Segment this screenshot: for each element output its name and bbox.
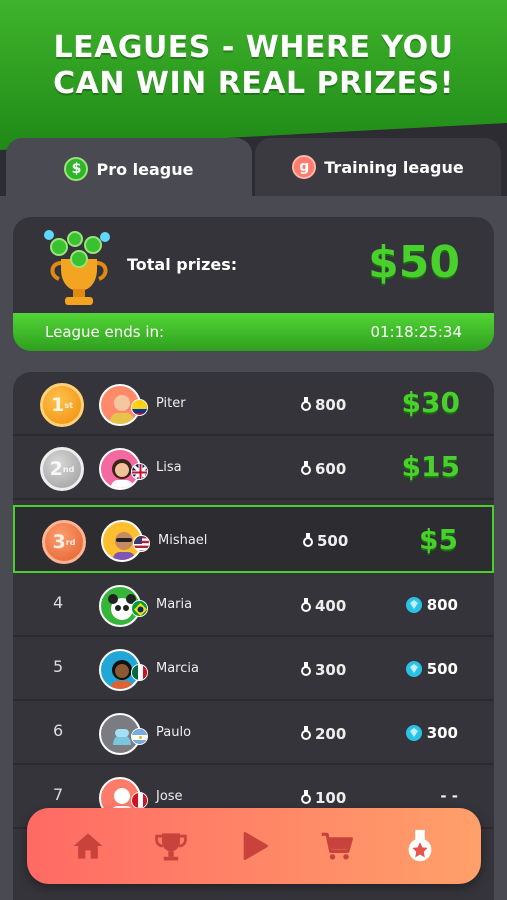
rank-number: 6 bbox=[53, 721, 64, 740]
headline-line2: CAN WIN REAL PRIZES! bbox=[53, 66, 454, 101]
player-score: 500 bbox=[303, 532, 348, 550]
player-name: Marcia bbox=[156, 661, 199, 676]
uk-flag-icon bbox=[131, 463, 148, 480]
total-prizes-amount: $50 bbox=[368, 237, 460, 288]
tab-pro-league-label: Pro league bbox=[96, 159, 194, 179]
score-medal-icon bbox=[301, 790, 311, 804]
peru-flag-icon bbox=[131, 792, 148, 809]
table-row-current-player[interactable]: 3rd Mishael 500 $5 bbox=[13, 505, 494, 573]
headline: LEAGUES - WHERE YOU CAN WIN REAL PRIZES! bbox=[0, 30, 507, 102]
nav-play-button[interactable] bbox=[230, 822, 278, 870]
argentina-flag-icon bbox=[131, 728, 148, 745]
score-medal-icon bbox=[301, 461, 311, 475]
table-row[interactable]: 4 Maria 400 800 bbox=[13, 573, 494, 637]
rank-number: 5 bbox=[53, 657, 64, 676]
usa-flag-icon bbox=[133, 535, 150, 552]
tab-pro-league[interactable]: $ Pro league bbox=[6, 138, 252, 200]
training-coin-icon: g bbox=[292, 155, 317, 179]
player-score: 600 bbox=[301, 460, 346, 478]
nav-home-button[interactable] bbox=[64, 822, 112, 870]
mexico-flag-icon bbox=[131, 664, 148, 681]
rank-number: 7 bbox=[53, 785, 64, 804]
silver-medal-icon: 2nd bbox=[40, 447, 84, 491]
table-row[interactable]: 5 Marcia 300 500 bbox=[13, 637, 494, 701]
gem-icon bbox=[405, 597, 422, 613]
player-score: 200 bbox=[301, 725, 346, 743]
table-row[interactable]: 2nd Lisa 600 $15 bbox=[13, 436, 494, 500]
rank-number: 4 bbox=[53, 593, 64, 612]
total-prizes-label: Total prizes: bbox=[127, 255, 238, 274]
player-score: 300 bbox=[301, 661, 346, 679]
nav-trophy-button[interactable] bbox=[147, 822, 195, 870]
score-medal-icon bbox=[301, 726, 311, 740]
player-name: Mishael bbox=[158, 533, 208, 548]
gold-medal-icon: 1st bbox=[40, 383, 84, 427]
player-prize: 500 bbox=[405, 660, 458, 678]
player-name: Piter bbox=[156, 396, 186, 411]
colombia-flag-icon bbox=[131, 399, 148, 416]
player-name: Maria bbox=[156, 597, 193, 612]
player-prize: 300 bbox=[405, 724, 458, 742]
brazil-flag-icon bbox=[131, 600, 148, 617]
player-prize: $30 bbox=[401, 386, 460, 419]
gem-icon bbox=[405, 661, 422, 677]
league-timer-bar: League ends in: 01:18:25:34 bbox=[13, 313, 494, 351]
player-score: 100 bbox=[301, 789, 346, 807]
league-ends-time: 01:18:25:34 bbox=[370, 323, 462, 341]
player-prize: - - bbox=[440, 787, 458, 805]
dollar-coin-icon: $ bbox=[64, 157, 89, 181]
tab-training-league-label: Training league bbox=[324, 157, 464, 177]
player-name: Lisa bbox=[156, 460, 182, 475]
player-prize: $5 bbox=[419, 523, 458, 556]
play-icon bbox=[243, 832, 268, 860]
medal-icon bbox=[408, 829, 431, 862]
trophy-icon bbox=[155, 833, 187, 861]
league-ends-label: League ends in: bbox=[45, 323, 165, 341]
cart-icon bbox=[321, 832, 353, 860]
bronze-medal-icon: 3rd bbox=[42, 520, 86, 564]
player-score: 800 bbox=[301, 396, 346, 414]
tab-training-league[interactable]: g Training league bbox=[255, 138, 501, 196]
player-score: 400 bbox=[301, 597, 346, 615]
score-medal-icon bbox=[301, 662, 311, 676]
score-medal-icon bbox=[301, 598, 311, 612]
bottom-navigation bbox=[27, 808, 481, 884]
gem-icon bbox=[405, 725, 422, 741]
player-prize: 800 bbox=[405, 596, 458, 614]
nav-shop-button[interactable] bbox=[313, 822, 361, 870]
nav-achievements-button[interactable] bbox=[396, 822, 444, 870]
score-medal-icon bbox=[303, 533, 313, 547]
headline-line1: LEAGUES - WHERE YOU bbox=[53, 30, 454, 65]
total-prizes-card: Total prizes: $50 League ends in: 01:18:… bbox=[13, 217, 494, 351]
score-medal-icon bbox=[301, 397, 311, 411]
table-row[interactable]: 1st Piter 800 $30 bbox=[13, 372, 494, 436]
trophy-coins-icon bbox=[44, 230, 110, 305]
player-name: Jose bbox=[156, 789, 183, 804]
player-prize: $15 bbox=[401, 450, 460, 483]
home-icon bbox=[73, 833, 103, 859]
table-row[interactable]: 6 Paulo 200 300 bbox=[13, 701, 494, 765]
player-name: Paulo bbox=[156, 725, 192, 740]
